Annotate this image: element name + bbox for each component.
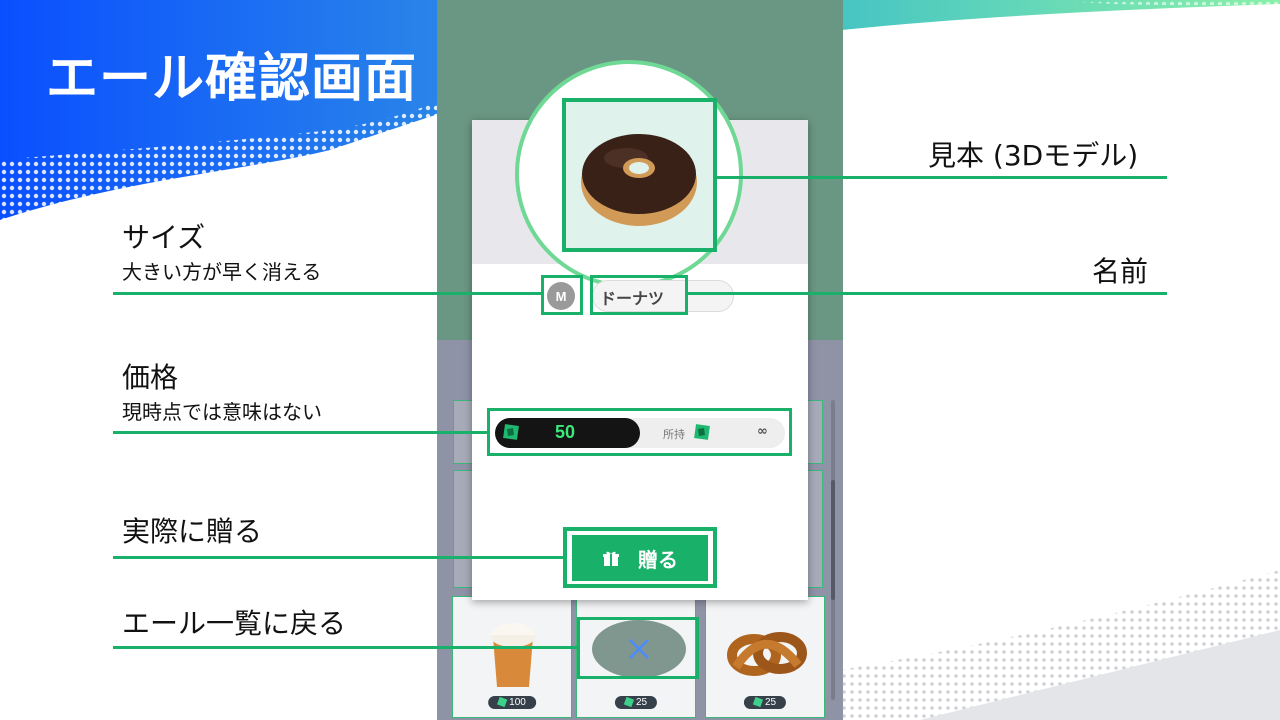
corner-decoration (840, 570, 1280, 720)
price-description: 現時点では意味はない (122, 400, 322, 424)
size-highlight (541, 275, 583, 315)
slide-title: エール確認画面 (46, 49, 418, 109)
send-callout-line (113, 556, 563, 559)
close-highlight (577, 617, 699, 679)
price-annotation: 価格 (122, 361, 179, 394)
donut-icon (581, 134, 697, 226)
price-highlight (487, 408, 792, 456)
pretzel-icon (727, 632, 807, 676)
model-annotation: 見本 (3Dモデル) (928, 139, 1139, 172)
price-tag: 25 (614, 696, 658, 709)
back-annotation: エール一覧に戻る (122, 607, 347, 640)
name-highlight (590, 275, 688, 315)
slide: エール確認画面 100 25 25 M ドーナツ 50 所持 ∞ 贈る 見本 (… (0, 0, 1280, 720)
price-tag: 100 (488, 696, 536, 709)
list-item[interactable]: 100 (452, 596, 572, 718)
price-callout-line (113, 431, 487, 434)
name-annotation: 名前 (1092, 255, 1149, 288)
send-highlight (563, 527, 717, 588)
size-description: 大きい方が早く消える (122, 260, 322, 284)
scrollbar-thumb[interactable] (831, 480, 835, 600)
name-callout-line (688, 292, 1167, 295)
model-highlight (562, 98, 717, 252)
list-item[interactable]: 25 (705, 596, 825, 718)
model-callout-line (717, 176, 1167, 179)
price-tag: 25 (743, 696, 787, 709)
size-annotation: サイズ (122, 221, 206, 254)
size-callout-line (113, 292, 541, 295)
back-callout-line (113, 646, 577, 649)
send-annotation: 実際に贈る (122, 515, 263, 548)
